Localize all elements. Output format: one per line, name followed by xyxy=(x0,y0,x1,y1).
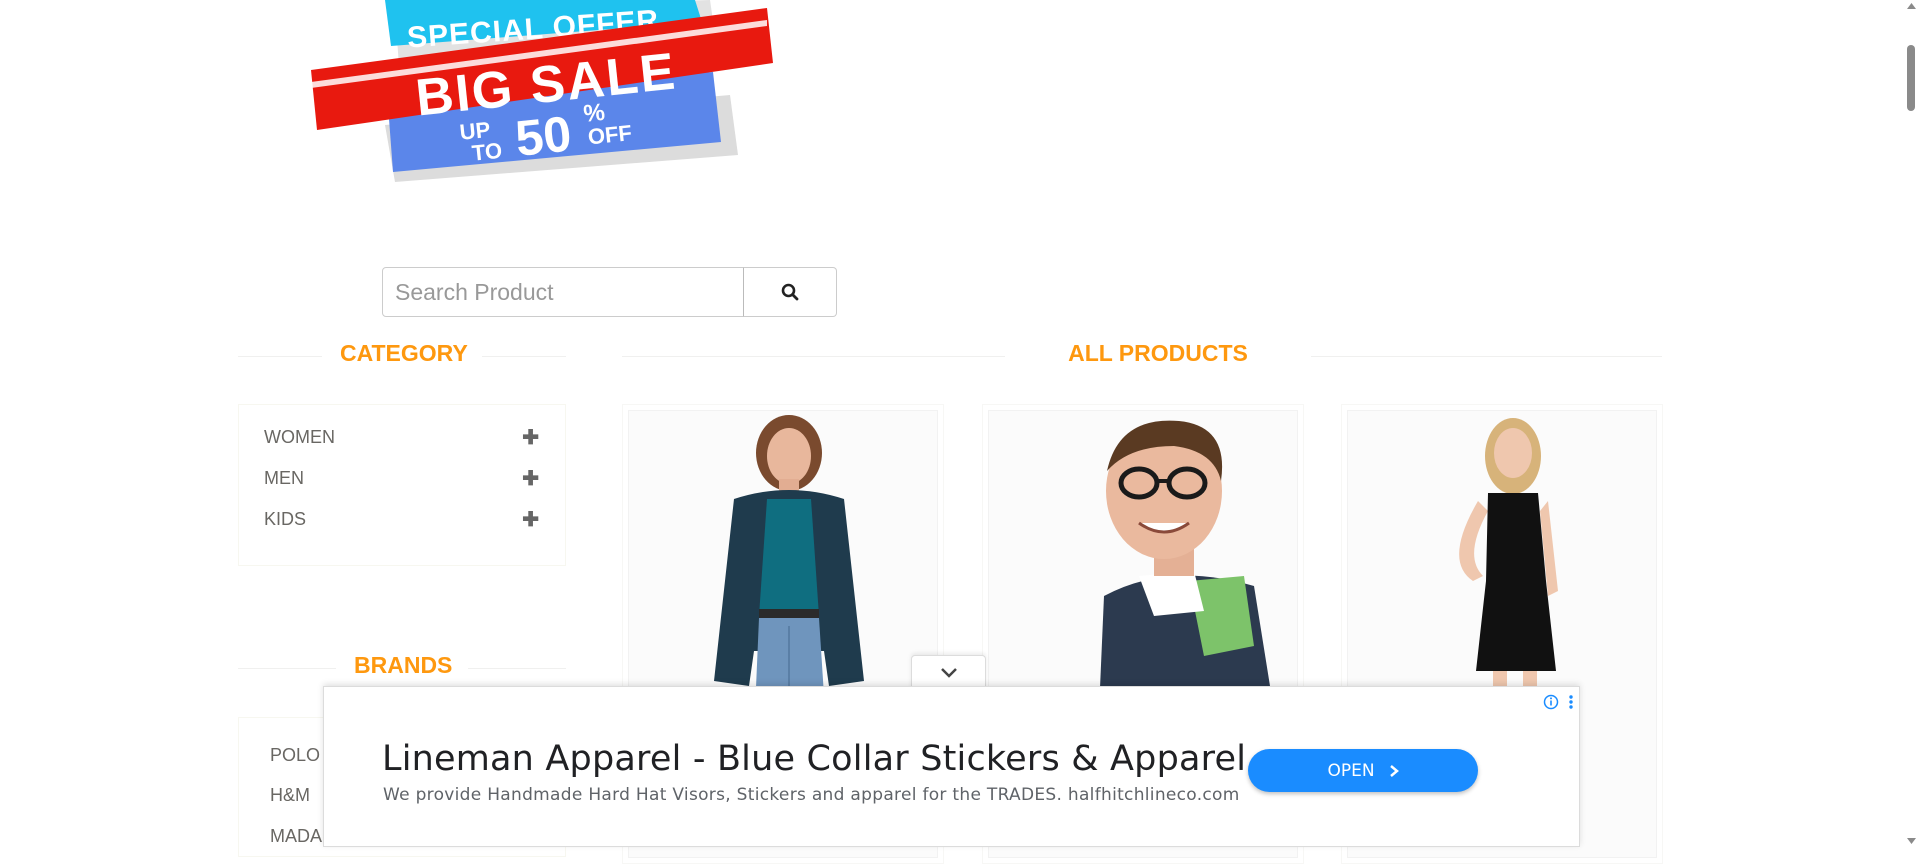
scroll-up-arrow[interactable] xyxy=(1906,2,1917,10)
chevron-right-icon xyxy=(1389,764,1399,777)
info-icon[interactable] xyxy=(1543,694,1559,715)
banner-off: OFF xyxy=(587,120,633,149)
category-panel: WOMEN ✚ MEN ✚ KIDS ✚ xyxy=(238,404,566,566)
kebab-menu-icon[interactable] xyxy=(1568,694,1574,715)
plus-icon[interactable]: ✚ xyxy=(522,507,539,532)
scrollbar[interactable] xyxy=(1903,0,1920,847)
category-item-label: MEN xyxy=(264,467,304,488)
category-item-label: KIDS xyxy=(264,508,307,529)
ad-title[interactable]: Lineman Apparel - Blue Collar Stickers &… xyxy=(382,739,1246,779)
banner-fifty: 50 xyxy=(513,105,574,167)
all-products-title: ALL PRODUCTS xyxy=(1005,340,1311,367)
search-button[interactable] xyxy=(743,267,837,317)
ad-banner[interactable]: Lineman Apparel - Blue Collar Stickers &… xyxy=(323,686,1580,847)
search-icon xyxy=(781,283,799,301)
brands-title: BRANDS xyxy=(336,652,468,679)
category-item-men[interactable]: MEN ✚ xyxy=(264,464,539,492)
scroll-down-arrow[interactable] xyxy=(1906,837,1917,845)
plus-icon[interactable]: ✚ xyxy=(522,466,539,491)
category-item-kids[interactable]: KIDS ✚ xyxy=(264,505,539,533)
ad-open-label: OPEN xyxy=(1327,760,1375,781)
scroll-thumb[interactable] xyxy=(1907,45,1915,111)
search-input[interactable] xyxy=(382,267,744,317)
brand-item-polo[interactable]: POLO xyxy=(270,745,320,766)
banner-to: TO xyxy=(471,138,504,166)
ad-collapse-button[interactable] xyxy=(911,655,986,689)
chevron-down-icon xyxy=(940,667,957,678)
category-item-women[interactable]: WOMEN ✚ xyxy=(264,423,539,451)
ad-description[interactable]: We provide Handmade Hard Hat Visors, Sti… xyxy=(383,785,1240,805)
search-bar xyxy=(382,267,837,317)
plus-icon[interactable]: ✚ xyxy=(522,425,539,450)
brand-item-hm[interactable]: H&M xyxy=(270,785,310,806)
category-item-label: WOMEN xyxy=(264,426,335,447)
ad-open-button[interactable]: OPEN xyxy=(1248,749,1478,792)
category-title: CATEGORY xyxy=(322,340,482,367)
sale-banner: SPECIAL OFFER BIG SALE UP TO 50 % OFF xyxy=(311,0,773,182)
